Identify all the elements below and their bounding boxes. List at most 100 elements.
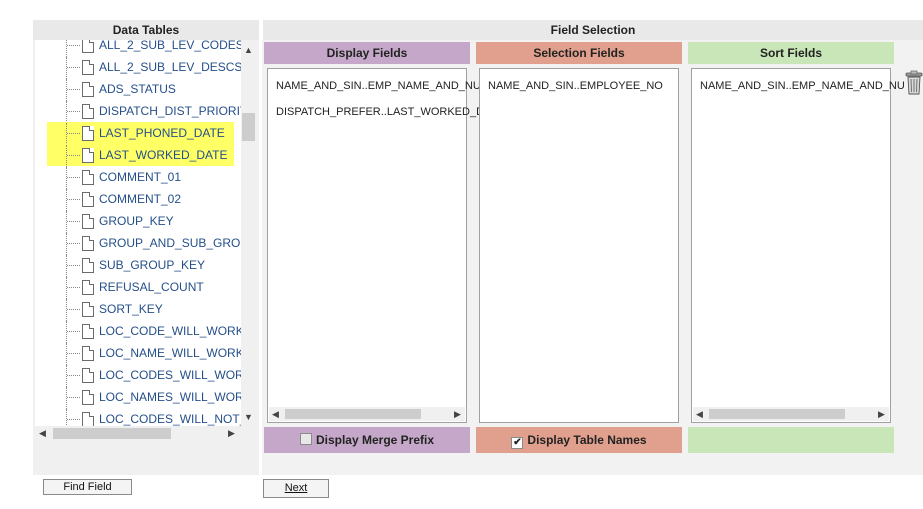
tree-item[interactable]: LAST_PHONED_DATE: [35, 122, 241, 145]
document-icon: [82, 368, 94, 383]
tree-item[interactable]: GROUP_KEY: [35, 211, 241, 233]
tree-connector: [67, 133, 80, 134]
selection-field-item[interactable]: NAME_AND_SIN..EMPLOYEE_NO: [488, 80, 663, 92]
tree-item[interactable]: LOC_NAME_WILL_WORK_: [35, 343, 241, 365]
tree-item[interactable]: LOC_CODE_WILL_WORK_: [35, 321, 241, 343]
tree-connector: [66, 255, 67, 277]
document-icon: [82, 40, 94, 53]
display-merge-prefix-label: Display Merge Prefix: [315, 433, 435, 447]
tree-vertical-scrollbar[interactable]: ▲ ▼: [241, 40, 256, 426]
tree-item-label: ALL_2_SUB_LEV_CODES: [99, 40, 241, 52]
document-icon: [82, 280, 94, 295]
tree-item[interactable]: LOC_NAMES_WILL_WORK: [35, 387, 241, 409]
document-icon: [82, 302, 94, 317]
field-selection-header: Field Selection: [263, 20, 923, 40]
tree-connector: [67, 397, 80, 398]
scroll-right-arrow-icon[interactable]: ▶: [878, 409, 885, 419]
tree-connector: [66, 79, 67, 101]
tree-connector: [67, 67, 80, 68]
tree-connector: [66, 299, 67, 321]
tree-item[interactable]: COMMENT_02: [35, 189, 241, 211]
tree-item[interactable]: LOC_CODES_WILL_WORK: [35, 365, 241, 387]
document-icon: [82, 60, 94, 75]
document-icon: [82, 324, 94, 339]
tree-horizontal-scroll-thumb[interactable]: [53, 428, 171, 439]
scroll-right-arrow-icon[interactable]: ▶: [228, 428, 235, 438]
document-icon: [82, 170, 94, 185]
data-tables-tree[interactable]: ALL_2_SUB_LEV_CODES ALL_2_SUB_LEV_DESCS AD…: [35, 40, 241, 426]
document-icon: [82, 390, 94, 405]
tree-item-label: GROUP_KEY: [99, 214, 174, 228]
data-tables-header: Data Tables: [33, 20, 259, 40]
selection-fields-list[interactable]: NAME_AND_SIN..EMPLOYEE_NO: [479, 68, 679, 423]
tree-connector: [66, 365, 67, 387]
tree-item-label: LAST_PHONED_DATE: [99, 126, 225, 140]
tree-vertical-scroll-thumb[interactable]: [242, 113, 255, 141]
display-fields-scroll-thumb[interactable]: [285, 409, 421, 419]
tree-connector: [67, 89, 80, 90]
tree-connector: [66, 233, 67, 255]
tree-connector: [66, 343, 67, 365]
tree-item[interactable]: SORT_KEY: [35, 299, 241, 321]
sort-fields-horizontal-scrollbar[interactable]: ◀ ▶: [693, 407, 889, 421]
tree-item-label: LOC_CODES_WILL_WORK: [99, 368, 241, 382]
tree-connector: [67, 309, 80, 310]
tree-item-label: COMMENT_01: [99, 170, 182, 184]
scroll-left-arrow-icon[interactable]: ◀: [696, 409, 703, 419]
display-fields-list[interactable]: NAME_AND_SIN..EMP_NAME_AND_NU DISPATCH_P…: [267, 68, 484, 423]
tree-item-label: SORT_KEY: [99, 302, 163, 316]
tree-item[interactable]: COMMENT_01: [35, 167, 241, 189]
display-table-names-checkbox[interactable]: ✔: [511, 437, 524, 449]
tree-connector: [67, 221, 80, 222]
scroll-left-arrow-icon[interactable]: ◀: [39, 428, 46, 438]
tree-item[interactable]: REFUSAL_COUNT: [35, 277, 241, 299]
tree-connector: [67, 287, 80, 288]
tree-connector: [66, 40, 67, 57]
tree-item[interactable]: LOC_CODES_WILL_NOT_V: [35, 409, 241, 426]
display-table-names-option[interactable]: ✔ Display Table Names: [476, 427, 682, 453]
display-field-item[interactable]: DISPATCH_PREFER..LAST_WORKED_D: [276, 106, 484, 118]
tree-connector: [66, 277, 67, 299]
next-button[interactable]: Next: [263, 479, 329, 498]
tree-item-label: SUB_GROUP_KEY: [99, 258, 206, 272]
scroll-down-arrow-icon[interactable]: ▼: [244, 412, 253, 422]
tree-connector: [67, 419, 80, 420]
tree-item[interactable]: ALL_2_SUB_LEV_CODES: [35, 40, 241, 57]
document-icon: [82, 148, 94, 163]
tree-connector: [67, 243, 80, 244]
document-icon: [82, 258, 94, 273]
tree-item[interactable]: DISPATCH_DIST_PRIORIT: [35, 101, 241, 123]
tree-item-label: ALL_2_SUB_LEV_DESCS: [99, 60, 241, 74]
display-merge-prefix-option[interactable]: Display Merge Prefix: [264, 427, 470, 453]
sort-fields-list[interactable]: NAME_AND_SIN..EMP_NAME_AND_NU ◀ ▶: [691, 68, 905, 423]
scroll-left-arrow-icon[interactable]: ◀: [272, 409, 279, 419]
trash-icon[interactable]: [905, 70, 923, 96]
tree-horizontal-scrollbar[interactable]: ◀ ▶: [35, 426, 241, 441]
display-merge-prefix-checkbox[interactable]: [299, 433, 312, 445]
tree-connector: [66, 167, 67, 189]
display-fields-horizontal-scrollbar[interactable]: ◀ ▶: [269, 407, 465, 421]
tree-item[interactable]: GROUP_AND_SUB_GROUP: [35, 233, 241, 255]
document-icon: [82, 82, 94, 97]
tree-item[interactable]: ALL_2_SUB_LEV_DESCS: [35, 57, 241, 79]
tree-connector: [67, 45, 80, 46]
tree-connector: [67, 375, 80, 376]
scroll-up-arrow-icon[interactable]: ▲: [244, 45, 253, 55]
display-table-names-label: Display Table Names: [527, 433, 647, 447]
sort-fields-scroll-thumb[interactable]: [709, 409, 845, 419]
display-fields-header: Display Fields: [264, 42, 470, 64]
scroll-right-arrow-icon[interactable]: ▶: [454, 409, 461, 419]
tree-connector: [66, 101, 67, 123]
find-field-button[interactable]: Find Field: [43, 479, 132, 495]
tree-connector: [66, 57, 67, 79]
display-field-item[interactable]: NAME_AND_SIN..EMP_NAME_AND_NU: [276, 80, 481, 92]
tree-item[interactable]: SUB_GROUP_KEY: [35, 255, 241, 277]
tree-item-label: GROUP_AND_SUB_GROUP: [99, 236, 241, 250]
tree-connector: [67, 155, 80, 156]
tree-item[interactable]: LAST_WORKED_DATE: [35, 144, 241, 167]
tree-item[interactable]: ADS_STATUS: [35, 79, 241, 101]
tree-item-label: LOC_NAMES_WILL_WORK: [99, 390, 241, 404]
tree-connector: [66, 123, 67, 145]
sort-field-item[interactable]: NAME_AND_SIN..EMP_NAME_AND_NU: [700, 80, 905, 92]
document-icon: [82, 104, 94, 119]
